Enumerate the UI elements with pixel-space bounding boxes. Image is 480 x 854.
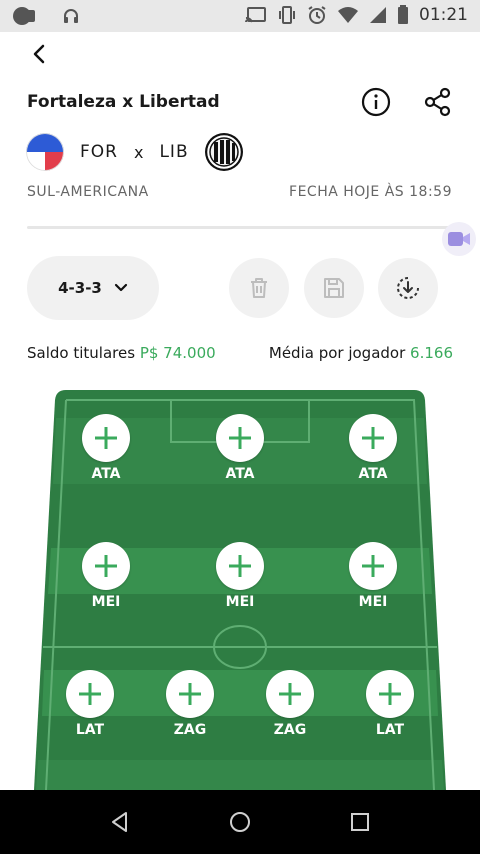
- formation-value: 4-3-3: [58, 279, 102, 297]
- add-player-button[interactable]: [82, 414, 130, 462]
- average-value: 6.166: [410, 344, 453, 362]
- add-player-button[interactable]: [166, 670, 214, 718]
- share-icon[interactable]: [422, 86, 454, 118]
- position-label: ATA: [358, 466, 388, 482]
- position-label: ATA: [91, 466, 121, 482]
- add-player-button[interactable]: [366, 670, 414, 718]
- plus-icon: [279, 683, 301, 705]
- home-team-abbr: FOR: [80, 142, 118, 162]
- back-arrow-icon[interactable]: [26, 40, 54, 68]
- save-icon: [324, 278, 344, 298]
- position-label: MEI: [225, 594, 255, 610]
- league-name: SUL-AMERICANA: [27, 184, 149, 200]
- floating-video-button[interactable]: [442, 222, 476, 256]
- average-stat: Média por jogador 6.166: [269, 344, 453, 362]
- nav-home-icon[interactable]: [228, 810, 252, 834]
- add-player-button[interactable]: [349, 542, 397, 590]
- plus-icon: [229, 555, 251, 577]
- add-player-button[interactable]: [66, 670, 114, 718]
- plus-icon: [179, 683, 201, 705]
- average-label: Média por jogador: [268, 344, 406, 362]
- status-bar: 01:21: [0, 0, 480, 32]
- nav-back-icon[interactable]: [108, 810, 132, 834]
- formation-dropdown[interactable]: 4-3-3: [27, 256, 159, 320]
- plus-icon: [95, 555, 117, 577]
- position-label: LAT: [375, 722, 405, 738]
- match-title: Fortaleza x Libertad: [27, 92, 220, 112]
- add-player-button[interactable]: [216, 414, 264, 462]
- plus-icon: [362, 555, 384, 577]
- slot-defender-center-left[interactable]: ZAG: [160, 670, 220, 738]
- vibrate-icon: [279, 6, 295, 24]
- slot-forward-right[interactable]: ATA: [343, 414, 403, 482]
- divider: [27, 226, 457, 229]
- slot-forward-left[interactable]: ATA: [76, 414, 136, 482]
- libertad-crest-icon: [204, 133, 243, 171]
- balance-label: Saldo titulares: [27, 344, 136, 362]
- signal-icon: [370, 7, 386, 23]
- position-label: ATA: [225, 466, 255, 482]
- trash-icon: [251, 278, 267, 298]
- download-team-button[interactable]: [378, 258, 438, 318]
- slot-defender-right-back[interactable]: LAT: [360, 670, 420, 738]
- save-team-button[interactable]: [304, 258, 364, 318]
- versus-label: x: [133, 142, 144, 162]
- plus-icon: [79, 683, 101, 705]
- slot-defender-left-back[interactable]: LAT: [60, 670, 120, 738]
- plus-icon: [229, 427, 251, 449]
- slot-midfielder-right[interactable]: MEI: [343, 542, 403, 610]
- add-player-button[interactable]: [349, 414, 397, 462]
- fortaleza-crest-icon: [26, 133, 64, 171]
- info-icon[interactable]: [360, 86, 392, 118]
- position-label: LAT: [75, 722, 105, 738]
- chevron-down-icon: [114, 283, 127, 292]
- slot-midfielder-center[interactable]: MEI: [210, 542, 270, 610]
- plus-icon: [362, 427, 384, 449]
- headset-icon: [64, 9, 78, 23]
- position-label: ZAG: [273, 722, 307, 738]
- app-notification-icon: [13, 7, 35, 25]
- add-player-button[interactable]: [82, 542, 130, 590]
- plus-icon: [379, 683, 401, 705]
- plus-icon: [95, 427, 117, 449]
- add-player-button[interactable]: [266, 670, 314, 718]
- slot-forward-center[interactable]: ATA: [210, 414, 270, 482]
- clear-team-button[interactable]: [229, 258, 289, 318]
- position-label: ZAG: [173, 722, 207, 738]
- position-label: MEI: [358, 594, 388, 610]
- alarm-icon: [308, 6, 326, 24]
- football-pitch: ATA ATA ATA MEI MEI MEI LAT ZAG ZAG LAT: [0, 388, 480, 790]
- slot-midfielder-left[interactable]: MEI: [76, 542, 136, 610]
- nav-recents-icon[interactable]: [348, 810, 372, 834]
- balance-value: P$ 74.000: [139, 344, 216, 362]
- closing-time: FECHA HOJE ÀS 18:59: [289, 184, 452, 200]
- cast-icon: [245, 7, 266, 23]
- video-icon: [448, 232, 470, 246]
- away-team-abbr: LIB: [159, 142, 189, 162]
- download-icon: [397, 277, 419, 299]
- position-label: MEI: [91, 594, 121, 610]
- add-player-button[interactable]: [216, 542, 264, 590]
- system-navigation-bar: [0, 790, 480, 854]
- battery-icon: [398, 5, 408, 24]
- balance-stat: Saldo titulares P$ 74.000: [27, 344, 216, 362]
- teams-row: FOR x LIB: [26, 132, 243, 172]
- slot-defender-center-right[interactable]: ZAG: [260, 670, 320, 738]
- clock-time: 01:21: [419, 5, 468, 25]
- wifi-icon: [338, 7, 358, 23]
